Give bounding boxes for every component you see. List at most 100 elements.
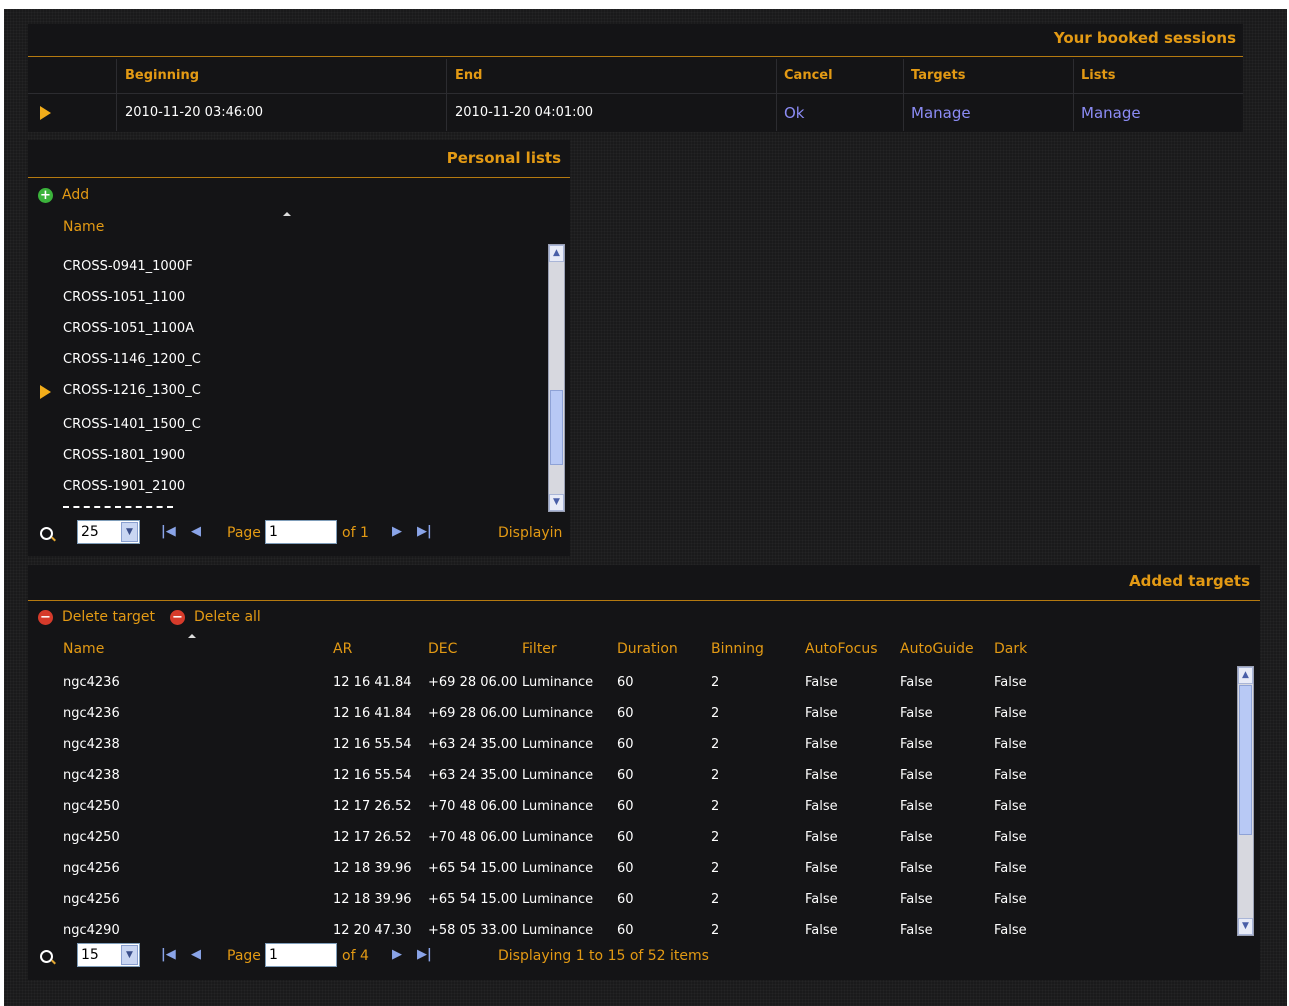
target-ar: 12 17 26.52 — [333, 799, 412, 814]
target-filter: Luminance — [522, 768, 594, 783]
list-item-selected[interactable]: CROSS-1216_1300_C — [63, 383, 201, 398]
page-number-input[interactable]: 1 — [265, 520, 337, 544]
scroll-thumb[interactable] — [550, 390, 563, 465]
target-ar: 12 16 41.84 — [333, 675, 412, 690]
page-number-input[interactable]: 1 — [265, 943, 337, 967]
target-binning: 2 — [711, 830, 720, 845]
scroll-down-icon[interactable]: ▼ — [1238, 918, 1253, 935]
list-item[interactable]: CROSS-1901_2100 — [63, 479, 185, 494]
cancel-ok-link[interactable]: Ok — [784, 104, 805, 122]
scroll-up-icon[interactable]: ▲ — [549, 245, 564, 262]
add-icon[interactable]: + — [38, 188, 53, 203]
column-header-beginning[interactable]: Beginning — [125, 68, 199, 83]
target-duration: 60 — [617, 830, 634, 845]
table-row[interactable]: ngc4238 12 16 55.54 +63 24 35.00 Luminance 6… — [28, 768, 1228, 792]
page-size-value: 25 — [81, 524, 99, 540]
column-header-end[interactable]: End — [455, 68, 482, 83]
list-item[interactable]: CROSS-1051_1100 — [63, 290, 185, 305]
table-row[interactable]: ngc4290 12 20 47.30 +58 05 33.00 Luminance 6… — [28, 923, 1228, 943]
target-dec: +63 24 35.00 — [428, 737, 518, 752]
personal-lists-title: Personal lists — [446, 149, 561, 167]
target-autoguide: False — [900, 675, 933, 690]
next-page-icon[interactable]: ▶ — [392, 524, 402, 539]
target-filter: Luminance — [522, 830, 594, 845]
table-row[interactable]: ngc4238 12 16 55.54 +63 24 35.00 Luminance 6… — [28, 737, 1228, 761]
target-name: ngc4250 — [63, 830, 120, 845]
table-row[interactable]: ngc4236 12 16 41.84 +69 28 06.00 Luminance 6… — [28, 706, 1228, 730]
target-dec: +65 54 15.00 — [428, 861, 518, 876]
column-separator — [116, 59, 117, 131]
target-duration: 60 — [617, 892, 634, 907]
list-item[interactable]: CROSS-1051_1100A — [63, 321, 194, 336]
column-header-lists[interactable]: Lists — [1081, 68, 1115, 83]
lists-scrollbar[interactable]: ▲ ▼ — [548, 244, 565, 512]
target-binning: 2 — [711, 861, 720, 876]
table-row[interactable]: ngc4236 12 16 41.84 +69 28 06.00 Luminance 6… — [28, 675, 1228, 699]
target-autofocus: False — [805, 706, 838, 721]
column-header-targets[interactable]: Targets — [911, 68, 965, 83]
session-beginning: 2010-11-20 03:46:00 — [125, 105, 264, 120]
search-icon[interactable] — [40, 950, 53, 963]
list-item[interactable]: CROSS-1401_1500_C — [63, 417, 201, 432]
target-dec: +69 28 06.00 — [428, 675, 518, 690]
target-duration: 60 — [617, 799, 634, 814]
chevron-down-icon[interactable]: ▼ — [121, 945, 138, 965]
column-separator — [1073, 59, 1074, 131]
next-page-icon[interactable]: ▶ — [392, 947, 402, 962]
targets-scrollbar[interactable]: ▲ ▼ — [1237, 666, 1254, 936]
table-row[interactable]: ngc4250 12 17 26.52 +70 48 06.00 Luminance 6… — [28, 799, 1228, 823]
target-autofocus: False — [805, 737, 838, 752]
target-autoguide: False — [900, 737, 933, 752]
manage-targets-link[interactable]: Manage — [911, 104, 971, 122]
table-row[interactable]: ngc4256 12 18 39.96 +65 54 15.00 Luminance 6… — [28, 892, 1228, 916]
target-autofocus: False — [805, 675, 838, 690]
page-label: Page — [227, 948, 261, 964]
table-row[interactable]: ngc4250 12 17 26.52 +70 48 06.00 Luminance 6… — [28, 830, 1228, 854]
page-size-value: 15 — [81, 947, 99, 963]
previous-page-icon[interactable]: ◀ — [191, 524, 201, 539]
target-autoguide: False — [900, 768, 933, 783]
target-name: ngc4236 — [63, 706, 120, 721]
column-header-name[interactable]: Name — [63, 219, 104, 235]
target-name: ngc4256 — [63, 892, 120, 907]
scroll-up-icon[interactable]: ▲ — [1238, 667, 1253, 684]
target-name: ngc4250 — [63, 799, 120, 814]
first-page-icon[interactable]: |◀ — [161, 524, 176, 539]
target-filter: Luminance — [522, 675, 594, 690]
target-autofocus: False — [805, 799, 838, 814]
target-dec: +58 05 33.00 — [428, 923, 518, 938]
add-list-button[interactable]: Add — [62, 187, 89, 203]
target-filter: Luminance — [522, 861, 594, 876]
target-dark: False — [994, 768, 1027, 783]
scroll-down-icon[interactable]: ▼ — [549, 494, 564, 511]
target-duration: 60 — [617, 768, 634, 783]
booked-sessions-title: Your booked sessions — [1053, 29, 1236, 47]
scroll-thumb[interactable] — [1239, 685, 1252, 835]
target-filter: Luminance — [522, 923, 594, 938]
column-header-cancel[interactable]: Cancel — [784, 68, 833, 83]
last-page-icon[interactable]: ▶| — [417, 947, 432, 962]
list-item[interactable]: CROSS-0941_1000F — [63, 259, 193, 274]
target-dec: +70 48 06.00 — [428, 799, 518, 814]
session-end: 2010-11-20 04:01:00 — [455, 105, 594, 120]
first-page-icon[interactable]: |◀ — [161, 947, 176, 962]
chevron-down-icon[interactable]: ▼ — [121, 522, 138, 542]
target-name: ngc4290 — [63, 923, 120, 938]
search-icon[interactable] — [40, 527, 53, 540]
target-autoguide: False — [900, 706, 933, 721]
divider — [28, 56, 1243, 57]
target-binning: 2 — [711, 799, 720, 814]
column-separator — [903, 59, 904, 131]
target-ar: 12 18 39.96 — [333, 892, 412, 907]
manage-lists-link[interactable]: Manage — [1081, 104, 1141, 122]
last-page-icon[interactable]: ▶| — [417, 524, 432, 539]
target-duration: 60 — [617, 923, 634, 938]
table-row[interactable]: ngc4256 12 18 39.96 +65 54 15.00 Luminance 6… — [28, 861, 1228, 885]
previous-page-icon[interactable]: ◀ — [191, 947, 201, 962]
target-dec: +70 48 06.00 — [428, 830, 518, 845]
target-autofocus: False — [805, 861, 838, 876]
target-name: ngc4238 — [63, 768, 120, 783]
list-item[interactable]: CROSS-1801_1900 — [63, 448, 185, 463]
target-binning: 2 — [711, 768, 720, 783]
list-item[interactable]: CROSS-1146_1200_C — [63, 352, 201, 367]
